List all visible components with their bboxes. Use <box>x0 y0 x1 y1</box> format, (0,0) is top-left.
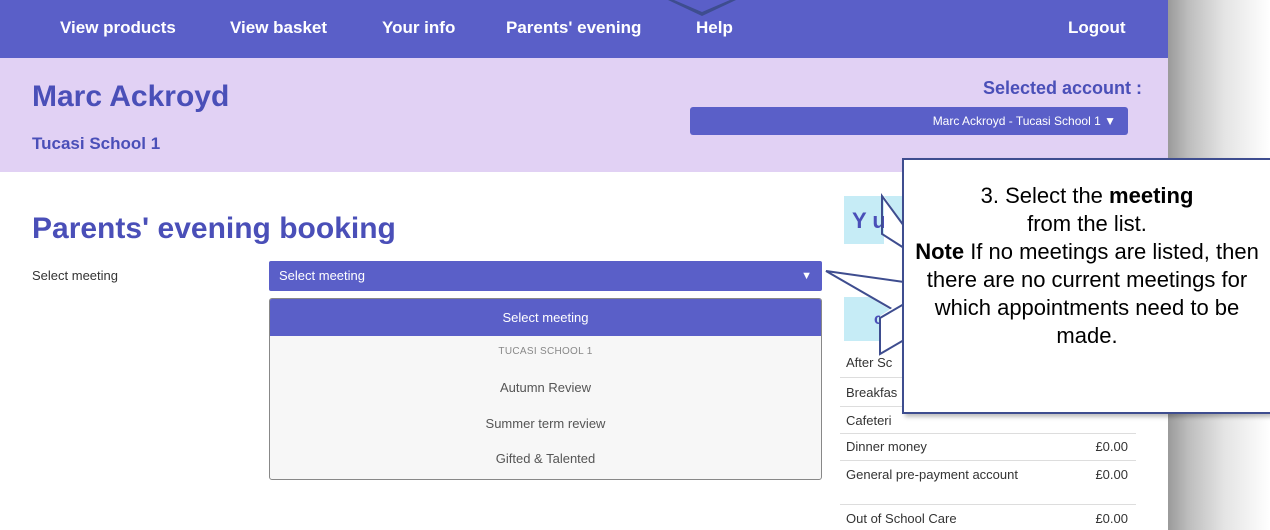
account-summary-heading-text: Y ur <box>852 208 895 233</box>
chevron-down-icon: ▼ <box>801 270 812 282</box>
page-title: Parents' evening booking <box>32 212 396 245</box>
nav-logout[interactable]: Logout <box>1068 18 1126 38</box>
school-name: Tucasi School 1 <box>32 134 161 153</box>
callout-step: 3. Select the <box>980 183 1110 208</box>
option-select-meeting[interactable]: Select meeting <box>270 299 821 336</box>
callout-step-rest: from the list. <box>1027 211 1147 236</box>
callout-note-label: Note <box>915 239 965 264</box>
divider <box>840 504 1136 505</box>
balance-name: Out of School Care <box>846 511 957 526</box>
option-summer-term-review[interactable]: Summer term review <box>270 416 821 431</box>
nav-help[interactable]: Help <box>696 18 733 38</box>
selected-account-select[interactable]: Marc Ackroyd - Tucasi School 1 ▼ <box>690 107 1128 135</box>
select-meeting-dropdown[interactable]: Select meeting ▼ <box>269 261 822 291</box>
select-meeting-value: Select meeting <box>279 268 365 283</box>
balance-name: Dinner money <box>846 439 927 454</box>
callout-text: 3. Select the meeting from the list. Not… <box>904 182 1270 350</box>
callout-step-bold: meeting <box>1109 183 1194 208</box>
option-autumn-review[interactable]: Autumn Review <box>270 380 821 395</box>
instruction-callout: 3. Select the meeting from the list. Not… <box>902 158 1270 414</box>
divider <box>840 460 1136 461</box>
nav-your-info[interactable]: Your info <box>382 18 455 38</box>
meeting-options-list: Select meeting TUCASI SCHOOL 1 Autumn Re… <box>269 298 822 480</box>
select-meeting-label: Select meeting <box>32 268 118 283</box>
top-nav: View products View basket Your info Pare… <box>0 0 1168 58</box>
balance-name: General pre-payment account <box>846 467 1018 482</box>
nav-parents-evening[interactable]: Parents' evening <box>506 18 641 38</box>
callout-note-text: If no meetings are listed, then there ar… <box>926 239 1259 348</box>
option-group-school: TUCASI SCHOOL 1 <box>498 346 593 357</box>
balance-value: £0.00 <box>1095 467 1128 482</box>
nav-pointer-arrow-fill <box>674 0 730 12</box>
nav-view-products[interactable]: View products <box>60 18 176 38</box>
nav-view-basket[interactable]: View basket <box>230 18 327 38</box>
selected-account-value: Marc Ackroyd - Tucasi School 1 <box>932 114 1101 128</box>
divider <box>840 433 1136 434</box>
chevron-down-icon: ▼ <box>1104 114 1116 128</box>
balance-value: £0.00 <box>1095 511 1128 526</box>
balance-value: £0.00 <box>1095 439 1128 454</box>
balances-heading-text: co <box>874 311 893 328</box>
account-header: Marc Ackroyd Tucasi School 1 Selected ac… <box>0 58 1168 172</box>
balance-name: Cafeteri <box>846 413 892 428</box>
user-name: Marc Ackroyd <box>32 80 230 113</box>
selected-account-label: Selected account : <box>982 78 1142 98</box>
option-gifted-talented[interactable]: Gifted & Talented <box>270 451 821 466</box>
